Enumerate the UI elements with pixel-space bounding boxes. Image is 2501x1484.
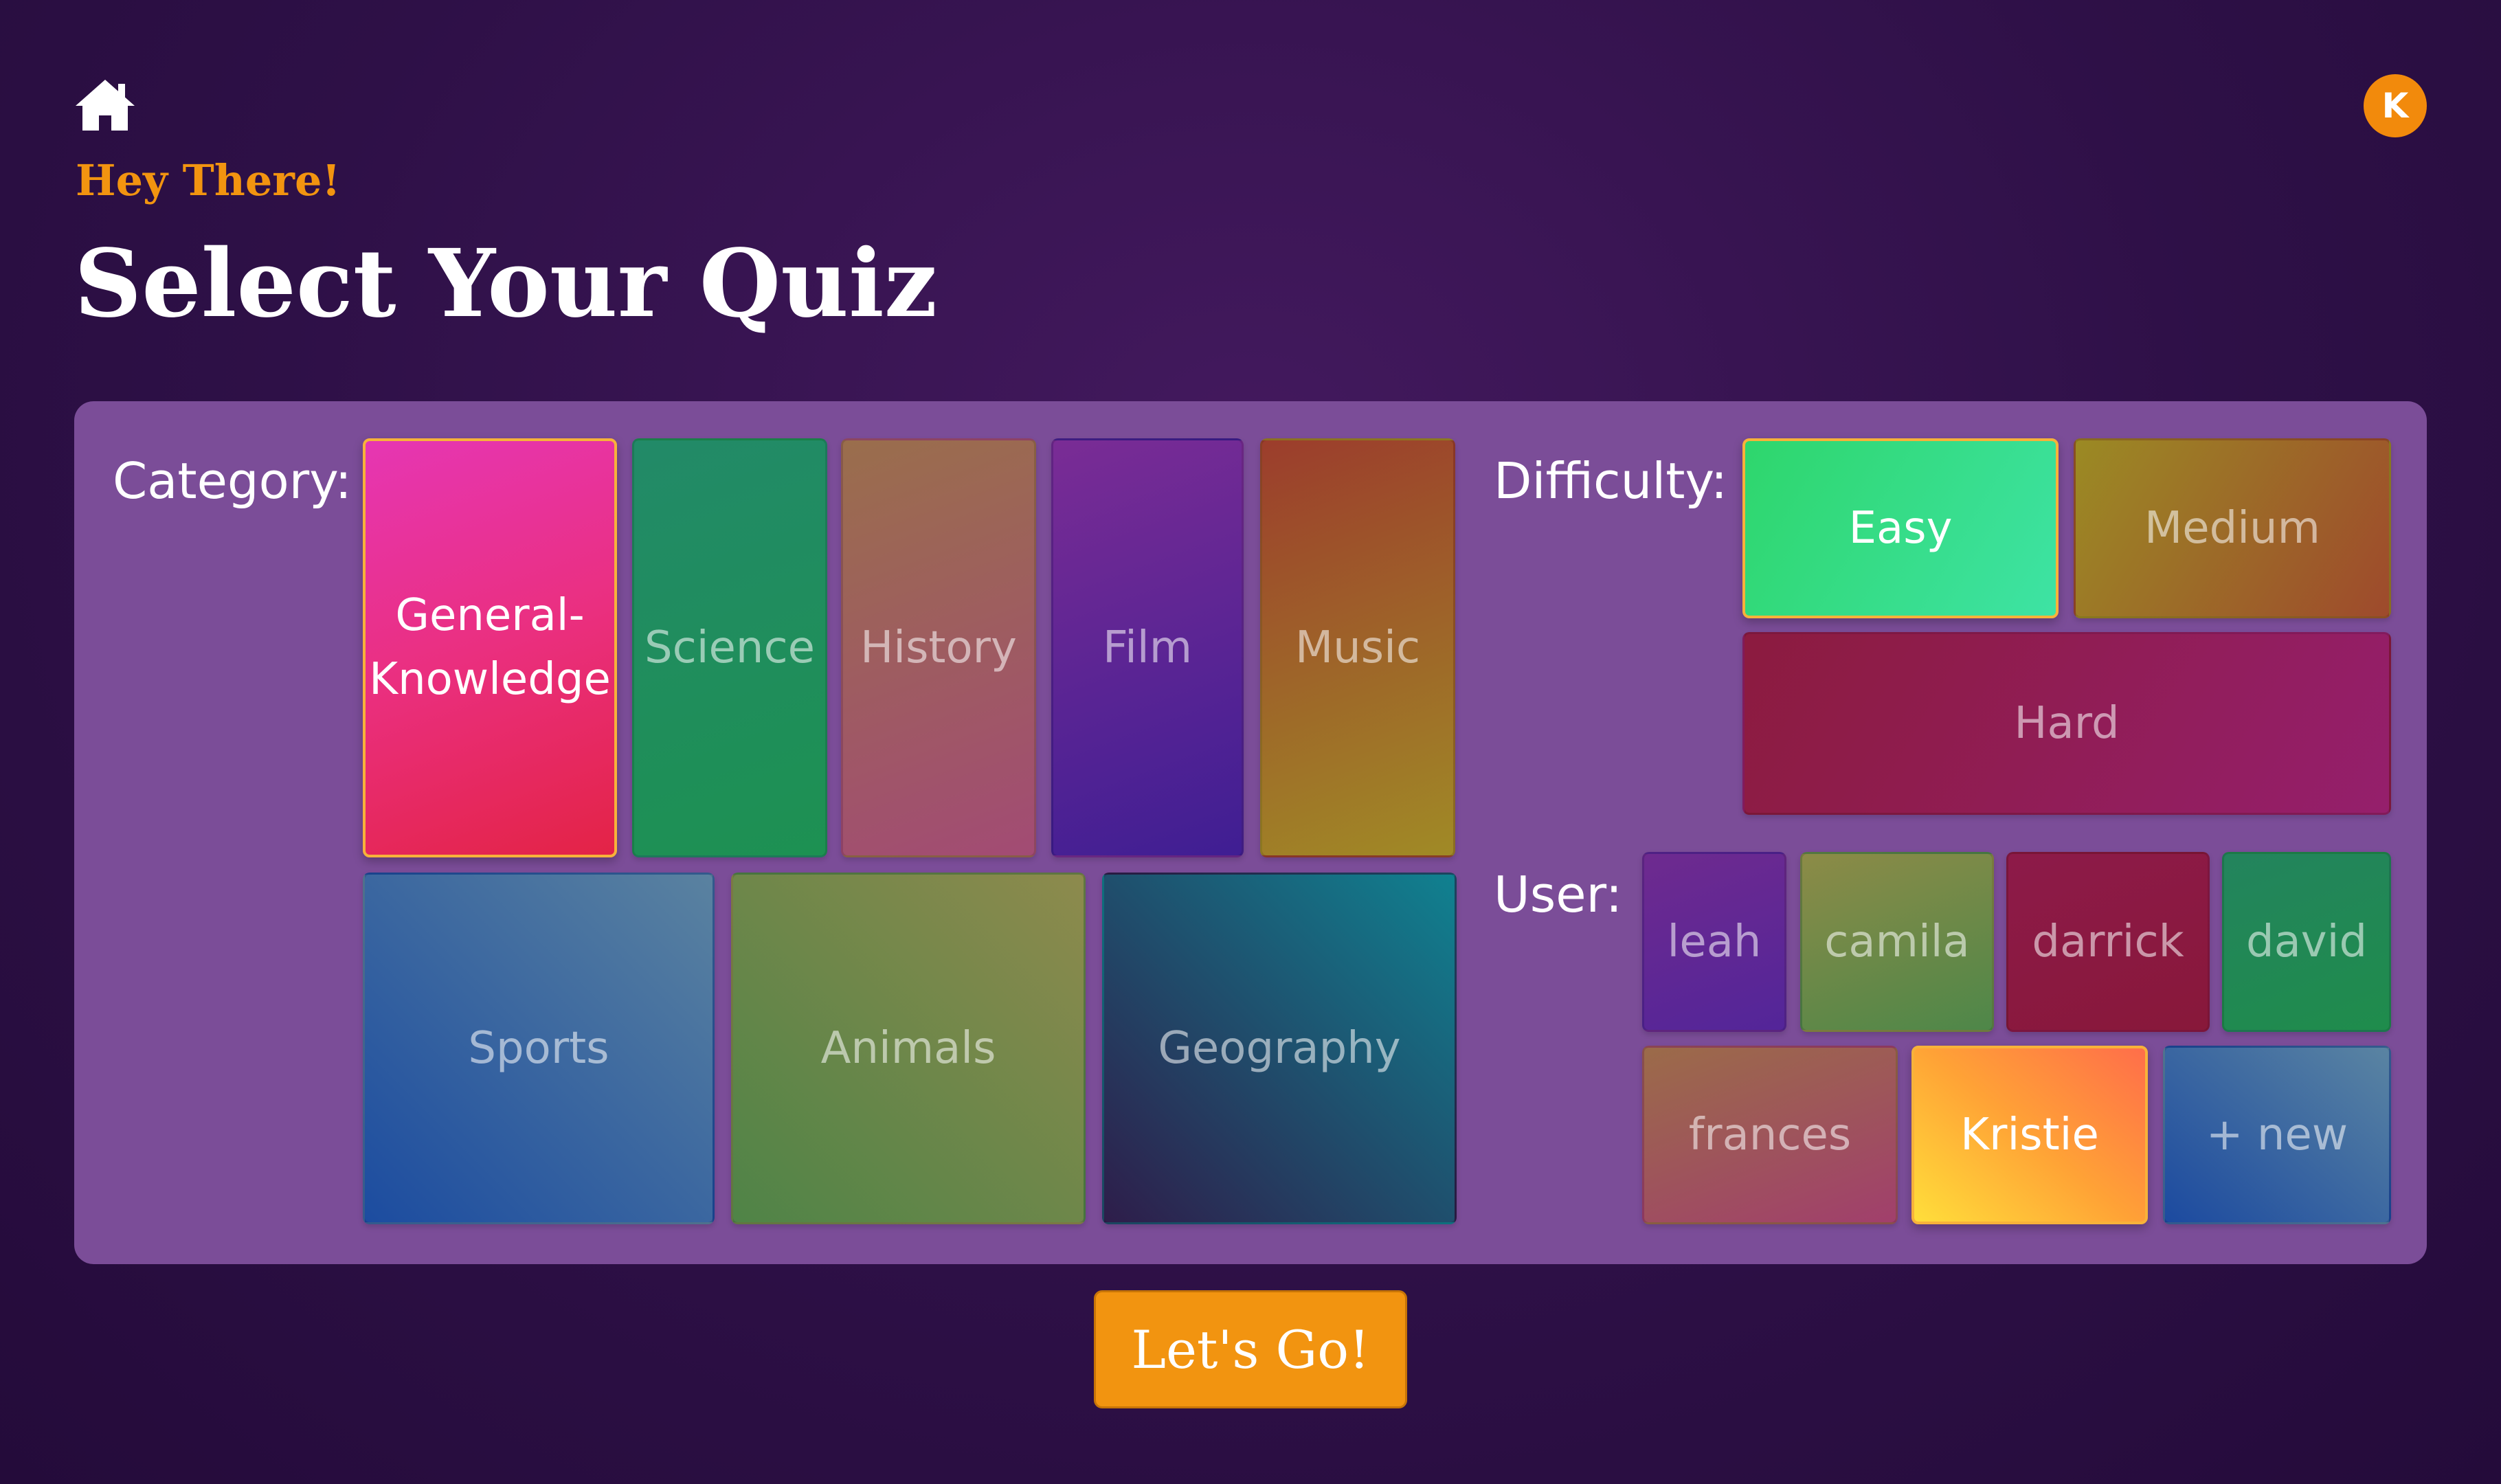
user-camila[interactable]: camila xyxy=(1800,852,1994,1032)
difficulty-medium[interactable]: Medium xyxy=(2074,438,2391,618)
greeting-text: Hey There! xyxy=(76,155,341,205)
user-frances[interactable]: frances xyxy=(1642,1046,1898,1224)
add-user-button[interactable]: + new xyxy=(2163,1046,2391,1224)
home-icon[interactable] xyxy=(73,77,137,133)
user-label: User: xyxy=(1494,866,1623,923)
category-music[interactable]: Music xyxy=(1260,438,1455,857)
category-geography[interactable]: Geography xyxy=(1102,873,1457,1224)
difficulty-easy[interactable]: Easy xyxy=(1742,438,2059,618)
category-animals[interactable]: Animals xyxy=(731,873,1086,1224)
lets-go-button[interactable]: Let's Go! xyxy=(1094,1290,1407,1408)
user-david[interactable]: david xyxy=(2222,852,2391,1032)
difficulty-hard[interactable]: Hard xyxy=(1742,632,2391,815)
category-science[interactable]: Science xyxy=(632,438,827,857)
category-general-knowledge[interactable]: General- Knowledge xyxy=(363,438,617,857)
user-darrick[interactable]: darrick xyxy=(2006,852,2210,1032)
difficulty-label: Difficulty: xyxy=(1494,452,1728,510)
user-leah[interactable]: leah xyxy=(1642,852,1786,1032)
user-kristie[interactable]: Kristie xyxy=(1911,1046,2148,1224)
category-history[interactable]: History xyxy=(841,438,1036,857)
category-sports[interactable]: Sports xyxy=(363,873,715,1224)
quiz-options-panel: Category: Difficulty: User: General- Kno… xyxy=(74,401,2427,1264)
category-film[interactable]: Film xyxy=(1051,438,1244,857)
user-avatar[interactable]: K xyxy=(2364,74,2427,137)
page-title: Select Your Quiz xyxy=(74,229,938,339)
category-label: Category: xyxy=(113,452,352,510)
